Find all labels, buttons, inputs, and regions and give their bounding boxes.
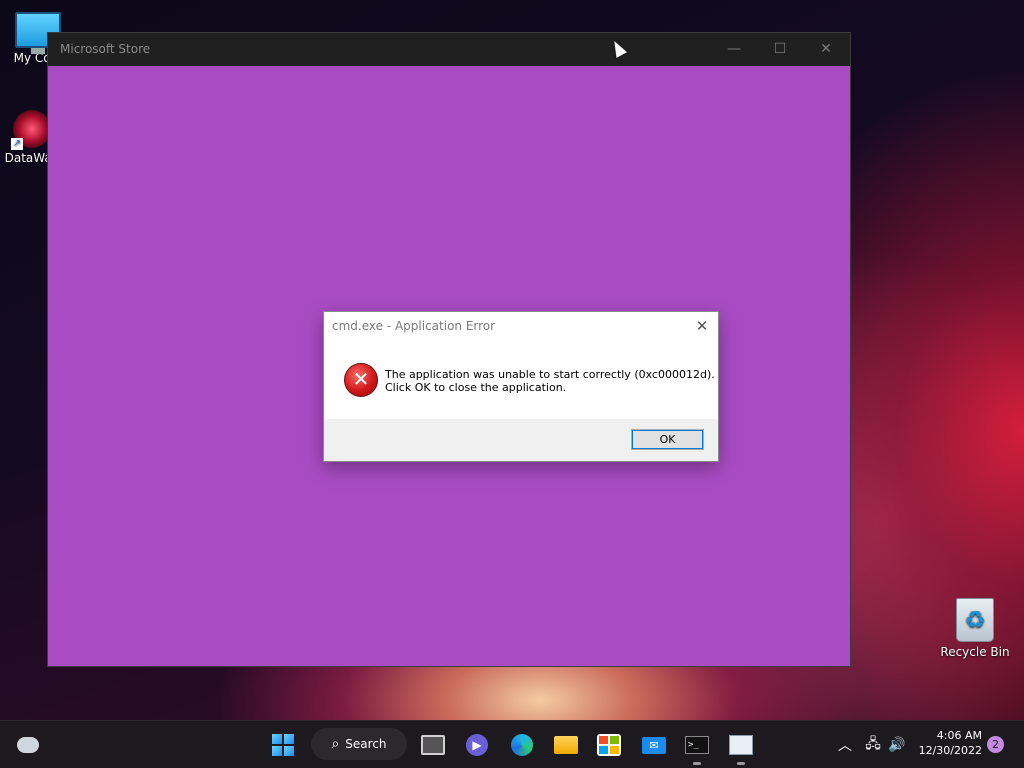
notification-badge[interactable]: 2 <box>987 736 1004 753</box>
running-indicator <box>737 762 745 765</box>
folder-icon <box>554 736 578 754</box>
dialog-message-line-2: Click OK to close the application. <box>385 381 567 394</box>
maximize-button[interactable]: ☐ <box>757 33 803 66</box>
clock-time: 4:06 AM <box>936 729 982 742</box>
terminal-icon: >_ <box>685 736 709 754</box>
minimize-button[interactable]: — <box>711 33 757 66</box>
application-error-dialog[interactable]: cmd.exe - Application Error ✕ ✕ The appl… <box>323 311 719 462</box>
store-icon <box>597 734 621 756</box>
mail-button[interactable]: ✉ <box>638 729 670 761</box>
teams-chat-button[interactable]: ▶ <box>461 729 493 761</box>
task-view-button[interactable] <box>417 729 449 761</box>
mail-icon: ✉ <box>642 736 666 754</box>
open-window-taskbar-button[interactable] <box>725 729 757 765</box>
microsoft-store-taskbar-button[interactable] <box>593 729 625 761</box>
window-icon <box>729 735 753 755</box>
ok-button[interactable]: OK <box>631 429 704 450</box>
start-button[interactable] <box>267 729 299 761</box>
search-icon: ⌕ <box>331 736 340 752</box>
speaker-icon: 🔊 <box>888 737 906 753</box>
datawag-icon: ↗ <box>11 110 51 150</box>
dialog-close-button[interactable]: ✕ <box>692 316 712 336</box>
shortcut-arrow-icon: ↗ <box>11 138 23 150</box>
desktop-icon-label: Recycle Bin <box>940 645 1010 659</box>
window-titlebar[interactable]: Microsoft Store — ☐ ✕ <box>48 33 850 66</box>
network-icon: 🖧 <box>865 736 881 752</box>
dialog-message-line-1: The application was unable to start corr… <box>385 368 715 381</box>
desktop-icon-recycle-bin[interactable]: ♻ Recycle Bin <box>937 598 1013 659</box>
search-label: Search <box>345 737 387 751</box>
edge-icon <box>511 734 533 756</box>
volume-button[interactable]: 🔊 <box>881 729 913 761</box>
chat-icon: ▶ <box>466 734 488 756</box>
error-icon: ✕ <box>344 363 378 397</box>
widgets-weather-icon[interactable] <box>12 729 44 761</box>
task-view-icon <box>421 735 445 755</box>
dialog-message: The application was unable to start corr… <box>385 368 715 394</box>
edge-button[interactable] <box>506 729 538 761</box>
dialog-footer: OK <box>324 419 718 461</box>
taskbar-clock[interactable]: 4:06 AM 12/30/2022 <box>912 728 982 758</box>
dialog-title: cmd.exe - Application Error <box>332 319 496 333</box>
recycle-bin-icon: ♻ <box>956 598 994 642</box>
file-explorer-button[interactable] <box>550 729 582 761</box>
window-title: Microsoft Store <box>60 42 151 56</box>
command-prompt-taskbar-button[interactable]: >_ <box>681 729 713 765</box>
taskbar: ▶ ✉ >_ ︿ 🖧 🔊 <box>0 720 1024 768</box>
running-indicator <box>693 762 701 765</box>
close-button[interactable]: ✕ <box>803 33 849 66</box>
chevron-up-icon: ︿ <box>838 738 852 754</box>
windows-logo-icon <box>272 734 294 756</box>
clock-date: 12/30/2022 <box>918 744 982 757</box>
taskbar-search-button[interactable]: ⌕ Search <box>311 728 407 760</box>
